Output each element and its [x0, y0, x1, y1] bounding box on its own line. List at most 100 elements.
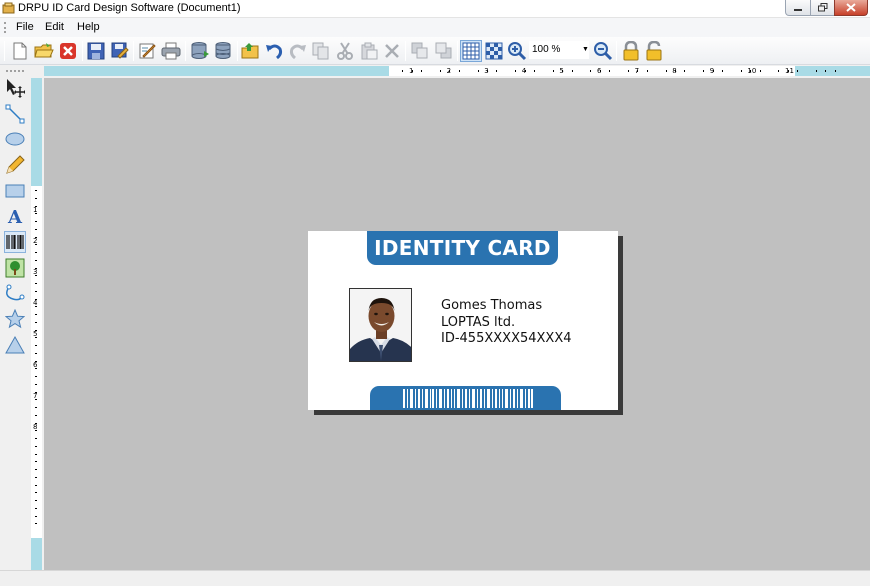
delete-x-icon — [385, 44, 399, 58]
cut-button[interactable] — [334, 40, 356, 62]
save-as-button[interactable] — [109, 40, 131, 62]
import-database-button[interactable] — [189, 40, 211, 62]
ruler-tick — [740, 70, 742, 72]
curve-icon — [6, 284, 25, 301]
menu-file[interactable]: File — [16, 21, 34, 33]
ruler-tick — [35, 228, 37, 230]
ellipse-tool[interactable] — [4, 128, 26, 150]
copy-icon — [312, 42, 329, 60]
select-tool[interactable] — [4, 77, 26, 99]
barcode-icon[interactable] — [403, 389, 533, 408]
paste-button[interactable] — [358, 40, 380, 62]
undo-button[interactable] — [263, 40, 285, 62]
ruler-number: 4 — [33, 299, 38, 307]
card-name[interactable]: Gomes Thomas — [441, 298, 542, 313]
open-button[interactable] — [33, 40, 55, 62]
unlock-button[interactable] — [643, 40, 665, 62]
redo-button[interactable] — [287, 40, 309, 62]
close-document-icon — [60, 43, 76, 59]
redo-icon — [289, 44, 306, 60]
card-footer-banner[interactable] — [370, 386, 561, 410]
zoom-out-button[interactable] — [592, 40, 614, 62]
copy-button[interactable] — [310, 40, 332, 62]
print-button[interactable] — [160, 40, 182, 62]
chevron-down-icon[interactable]: ▼ — [582, 46, 589, 53]
restore-button[interactable] — [810, 0, 835, 16]
ruler-tick — [35, 515, 37, 517]
card-company[interactable]: LOPTAS ltd. — [441, 315, 515, 330]
ruler-tick — [458, 70, 460, 72]
id-card[interactable]: IDENTITY CARD Gomes Thomas LOPTAS ltd. I… — [308, 231, 618, 410]
ruler-number: 11 — [785, 67, 794, 75]
app-icon — [2, 2, 15, 14]
ruler-number: 2 — [33, 237, 38, 245]
text-tool[interactable]: A — [4, 205, 26, 227]
unlock-icon — [646, 41, 662, 61]
save-as-icon — [111, 42, 129, 59]
triangle-tool[interactable] — [4, 334, 26, 356]
ruler-tick — [402, 70, 404, 72]
export-button[interactable] — [240, 40, 262, 62]
star-icon — [5, 309, 25, 329]
zoom-select[interactable]: 100 % ▼ — [529, 41, 589, 59]
pencil-tool[interactable] — [4, 154, 26, 176]
ruler-number: 2 — [446, 67, 452, 75]
ruler-tick — [797, 70, 799, 72]
vertical-ruler: 1 2 3 4 5 6 7 8 — [31, 78, 42, 570]
minimize-button[interactable] — [785, 0, 811, 16]
ruler-tick — [35, 190, 37, 191]
ruler-tick — [684, 70, 686, 72]
ruler-number: 5 — [559, 67, 564, 75]
database-button[interactable] — [212, 40, 234, 62]
menu-edit[interactable]: Edit — [45, 21, 64, 33]
ruler-tick — [35, 321, 37, 323]
rectangle-tool[interactable] — [4, 180, 26, 202]
window-title: DRPU ID Card Design Software (Document1) — [18, 2, 241, 14]
ruler-tick — [35, 507, 37, 509]
delete-button[interactable] — [381, 40, 403, 62]
paste-icon — [361, 42, 378, 60]
snap-grid-button[interactable] — [483, 40, 505, 62]
close-document-button[interactable] — [57, 40, 79, 62]
save-button[interactable] — [85, 40, 107, 62]
edit-button[interactable] — [136, 40, 158, 62]
ruler-tick — [35, 383, 37, 385]
lock-button[interactable] — [620, 40, 642, 62]
new-document-icon — [13, 42, 27, 60]
new-button[interactable] — [9, 40, 31, 62]
ruler-number: 5 — [33, 330, 38, 338]
lock-icon — [623, 41, 639, 61]
menu-help[interactable]: Help — [77, 21, 100, 33]
ruler-tick — [552, 70, 554, 72]
card-id-number[interactable]: ID-455XXXX54XXX4 — [441, 331, 572, 346]
open-folder-icon — [34, 43, 54, 58]
curve-tool[interactable] — [4, 283, 26, 305]
ruler-tick — [35, 252, 37, 253]
triangle-icon — [5, 335, 25, 354]
ruler-tick — [35, 461, 37, 463]
line-tool[interactable] — [4, 103, 26, 125]
ellipse-icon — [5, 132, 25, 146]
card-title[interactable]: IDENTITY CARD — [367, 236, 558, 260]
ruler-number: 4 — [521, 67, 527, 75]
card-photo[interactable] — [349, 288, 412, 362]
send-back-button[interactable] — [433, 40, 455, 62]
ruler-number: 3 — [33, 268, 38, 276]
ruler-number: 3 — [484, 67, 489, 75]
ruler-tick — [35, 197, 37, 199]
bring-front-button[interactable] — [409, 40, 431, 62]
close-icon — [846, 3, 856, 12]
zoom-in-button[interactable] — [506, 40, 528, 62]
star-tool[interactable] — [4, 308, 26, 330]
image-tool[interactable] — [4, 257, 26, 279]
show-grid-button[interactable] — [460, 40, 482, 62]
ruler-tick — [534, 70, 535, 72]
ruler-number: 1 — [409, 67, 414, 75]
ruler-number: 6 — [33, 361, 38, 369]
barcode-tool[interactable] — [4, 231, 26, 253]
ruler-tick — [35, 484, 37, 486]
close-button[interactable] — [834, 0, 868, 16]
card-header-banner[interactable]: IDENTITY CARD — [367, 231, 558, 265]
ruler-tick — [816, 70, 817, 72]
ruler-number: 10 — [747, 67, 757, 75]
